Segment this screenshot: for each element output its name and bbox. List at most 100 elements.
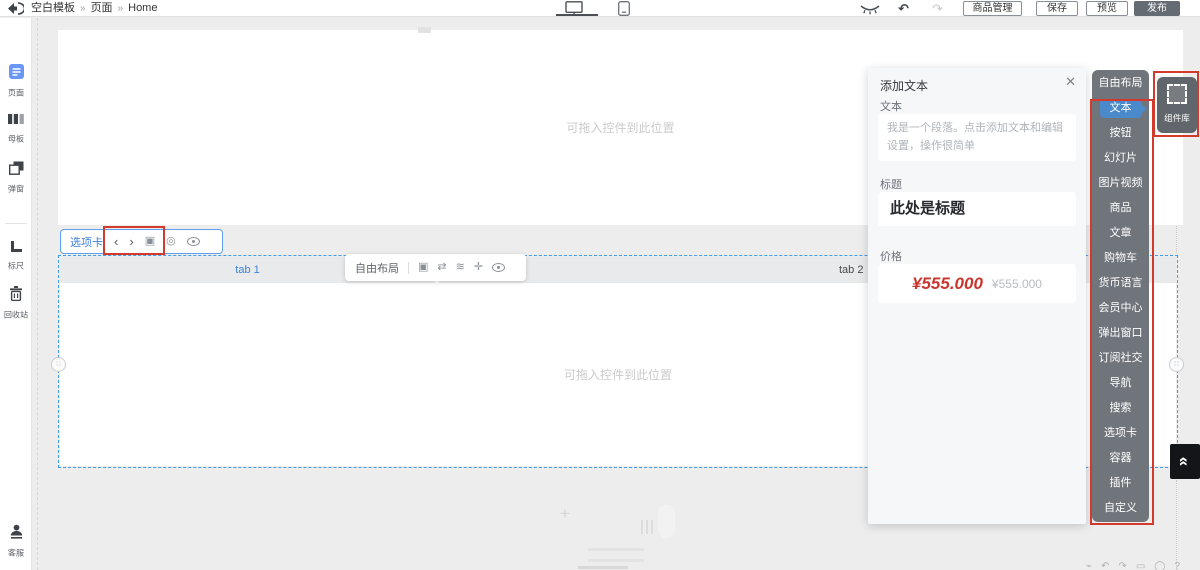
tab-widget-toolbar: 选项卡 ‹ › ▣ ◎ (60, 229, 223, 254)
breadcrumb-home[interactable]: Home (128, 2, 157, 14)
footer-skeleton-bar (646, 520, 648, 534)
sidebar-item-ruler[interactable]: 标尺 (0, 239, 32, 272)
zoom-icon[interactable]: ◯ (1154, 561, 1165, 570)
menu-item-member-center[interactable]: 会员中心 (1092, 296, 1149, 321)
menu-item-popup-window[interactable]: 弹出窗口 (1092, 321, 1149, 346)
support-person-icon (9, 524, 24, 539)
menu-item-custom[interactable]: 自定义 (1092, 496, 1149, 521)
menu-item-text[interactable]: 文本 (1092, 96, 1149, 121)
menu-item-subscribe-social[interactable]: 订阅社交 (1092, 346, 1149, 371)
collapse-panel-button[interactable]: « (1170, 444, 1200, 479)
canvas-zoom-controls[interactable]: ⌁ ↶ ↷ ▭ ◯ ? (1086, 561, 1200, 570)
editor-stage: 可拖入控件到此位置 tab 1 tab 2 可拖入控件到此位置 ∷ ∷ 选项卡 … (0, 0, 1200, 570)
component-library-icon (1167, 84, 1187, 104)
visibility-eye-icon[interactable] (492, 263, 505, 272)
move-icon[interactable]: ✛ (474, 262, 483, 273)
menu-item-article[interactable]: 文章 (1092, 221, 1149, 246)
footer-skeleton-line (588, 548, 644, 551)
move-left-icon[interactable]: ‹ (114, 235, 118, 248)
component-library-button[interactable]: 组件库 (1157, 77, 1197, 133)
breadcrumb-separator: » (118, 3, 124, 14)
sidebar-item-recycle-bin[interactable]: 回收站 (0, 286, 32, 321)
layout-toolbar: 自由布局 ▣ ⇄ ≋ ✛ (345, 254, 526, 281)
sidebar-item-popup[interactable]: 弹窗 (0, 161, 32, 195)
inspect-icon[interactable]: ◎ (166, 236, 176, 247)
preview-button[interactable]: 预览 (1086, 1, 1128, 16)
component-menu-header: 自由布局 (1092, 70, 1149, 96)
menu-item-cart[interactable]: 购物车 (1092, 246, 1149, 271)
menu-item-product[interactable]: 商品 (1092, 196, 1149, 221)
breadcrumb-template[interactable]: 空白模板 (31, 2, 75, 14)
layout-icon[interactable]: ▭ (1136, 561, 1145, 570)
sidebar-item-support[interactable]: 客服 (0, 524, 32, 559)
sidebar-divider (5, 223, 27, 224)
hide-panels-eye-icon[interactable] (860, 3, 880, 18)
menu-item-button[interactable]: 按钮 (1092, 121, 1149, 146)
heading-field-label: 标题 (880, 176, 902, 192)
component-menu: 自由布局 文本 按钮 幻灯片 图片视频 商品 文章 购物车 货币语言 会员中心 … (1092, 70, 1149, 522)
tab-widget-label: 选项卡 (70, 234, 103, 250)
breadcrumb-separator: » (80, 3, 86, 14)
resize-handle-left[interactable]: ∷ (51, 357, 66, 372)
menu-item-slideshow[interactable]: 幻灯片 (1092, 146, 1149, 171)
layout-toolbar-label: 自由布局 (355, 260, 399, 276)
menu-item-tabs[interactable]: 选项卡 (1092, 421, 1149, 446)
ruler-icon (11, 241, 22, 252)
footer-add-icon[interactable]: + (560, 504, 570, 524)
text-field[interactable]: 我是一个段落。点击添加文本和编辑设置，操作很简单 (878, 114, 1076, 161)
menu-item-image-video[interactable]: 图片视频 (1092, 171, 1149, 196)
double-chevron-up-icon: « (1177, 457, 1194, 466)
price-main-value: ¥555.000 (912, 274, 983, 294)
add-text-dialog: 添加文本 ✕ 文本 我是一个段落。点击添加文本和编辑设置，操作很简单 标题 此处… (868, 68, 1086, 524)
sidebar-item-master[interactable]: 母板 (0, 112, 32, 145)
save-block-icon[interactable]: ▣ (145, 236, 155, 247)
redo-icon[interactable]: ↷ (932, 1, 943, 16)
swap-icon[interactable]: ⇄ (437, 262, 446, 273)
undo-icon[interactable]: ↶ (898, 1, 909, 16)
save-button[interactable]: 保存 (1036, 1, 1078, 16)
menu-item-search[interactable]: 搜索 (1092, 396, 1149, 421)
menu-item-currency-language[interactable]: 货币语言 (1092, 271, 1149, 296)
resize-handle-right[interactable]: ∷ (1169, 357, 1184, 372)
move-right-icon[interactable]: › (129, 235, 133, 248)
publish-button[interactable]: 发布 (1134, 1, 1180, 16)
save-block-icon[interactable]: ▣ (418, 262, 428, 273)
mobile-view-icon[interactable] (618, 1, 630, 21)
page-left-guide (37, 18, 38, 570)
text-field-label: 文本 (880, 98, 902, 114)
sidebar-item-pages[interactable]: 页面 (0, 64, 32, 99)
popup-icon (9, 161, 24, 175)
footer-skeleton-bar (651, 520, 653, 534)
top-toolbar: 空白模板 » 页面 » Home ↶ ↷ 商品管理 保存 预览 发布 (0, 0, 1200, 17)
back-button[interactable] (8, 2, 24, 15)
breadcrumb-page[interactable]: 页面 (91, 2, 113, 14)
pages-icon (9, 64, 24, 79)
breadcrumb: 空白模板 » 页面 » Home (31, 0, 157, 17)
canvas-top-marker (418, 27, 431, 33)
component-library-label: 组件库 (1158, 111, 1196, 123)
heading-field[interactable]: 此处是标题 (878, 192, 1076, 226)
pan-icon[interactable]: ⌁ (1086, 561, 1092, 570)
footer-skeleton-bar (641, 520, 643, 534)
footer-skeleton-shape (658, 505, 675, 538)
layers-icon[interactable]: ≋ (456, 262, 465, 273)
price-field[interactable]: ¥555.000 ¥555.000 (878, 264, 1076, 303)
product-management-button[interactable]: 商品管理 (963, 1, 1022, 16)
visibility-eye-icon[interactable] (187, 237, 200, 246)
master-icon (8, 113, 24, 125)
active-device-underline (556, 14, 598, 16)
toolbar-divider (408, 262, 409, 274)
drop-placeholder-text: 可拖入控件到此位置 (566, 119, 674, 136)
close-icon[interactable]: ✕ (1065, 74, 1076, 90)
back-icon (8, 2, 24, 15)
menu-item-container[interactable]: 容器 (1092, 446, 1149, 471)
undo-icon[interactable]: ↶ (1101, 561, 1109, 570)
redo-icon[interactable]: ↷ (1118, 561, 1126, 570)
page-right-guide-bottom (1176, 480, 1177, 570)
menu-item-plugin[interactable]: 插件 (1092, 471, 1149, 496)
help-icon[interactable]: ? (1174, 561, 1180, 570)
desktop-view-icon[interactable] (562, 1, 586, 21)
price-secondary-value: ¥555.000 (992, 277, 1042, 291)
menu-item-navigation[interactable]: 导航 (1092, 371, 1149, 396)
trash-icon (9, 286, 23, 301)
